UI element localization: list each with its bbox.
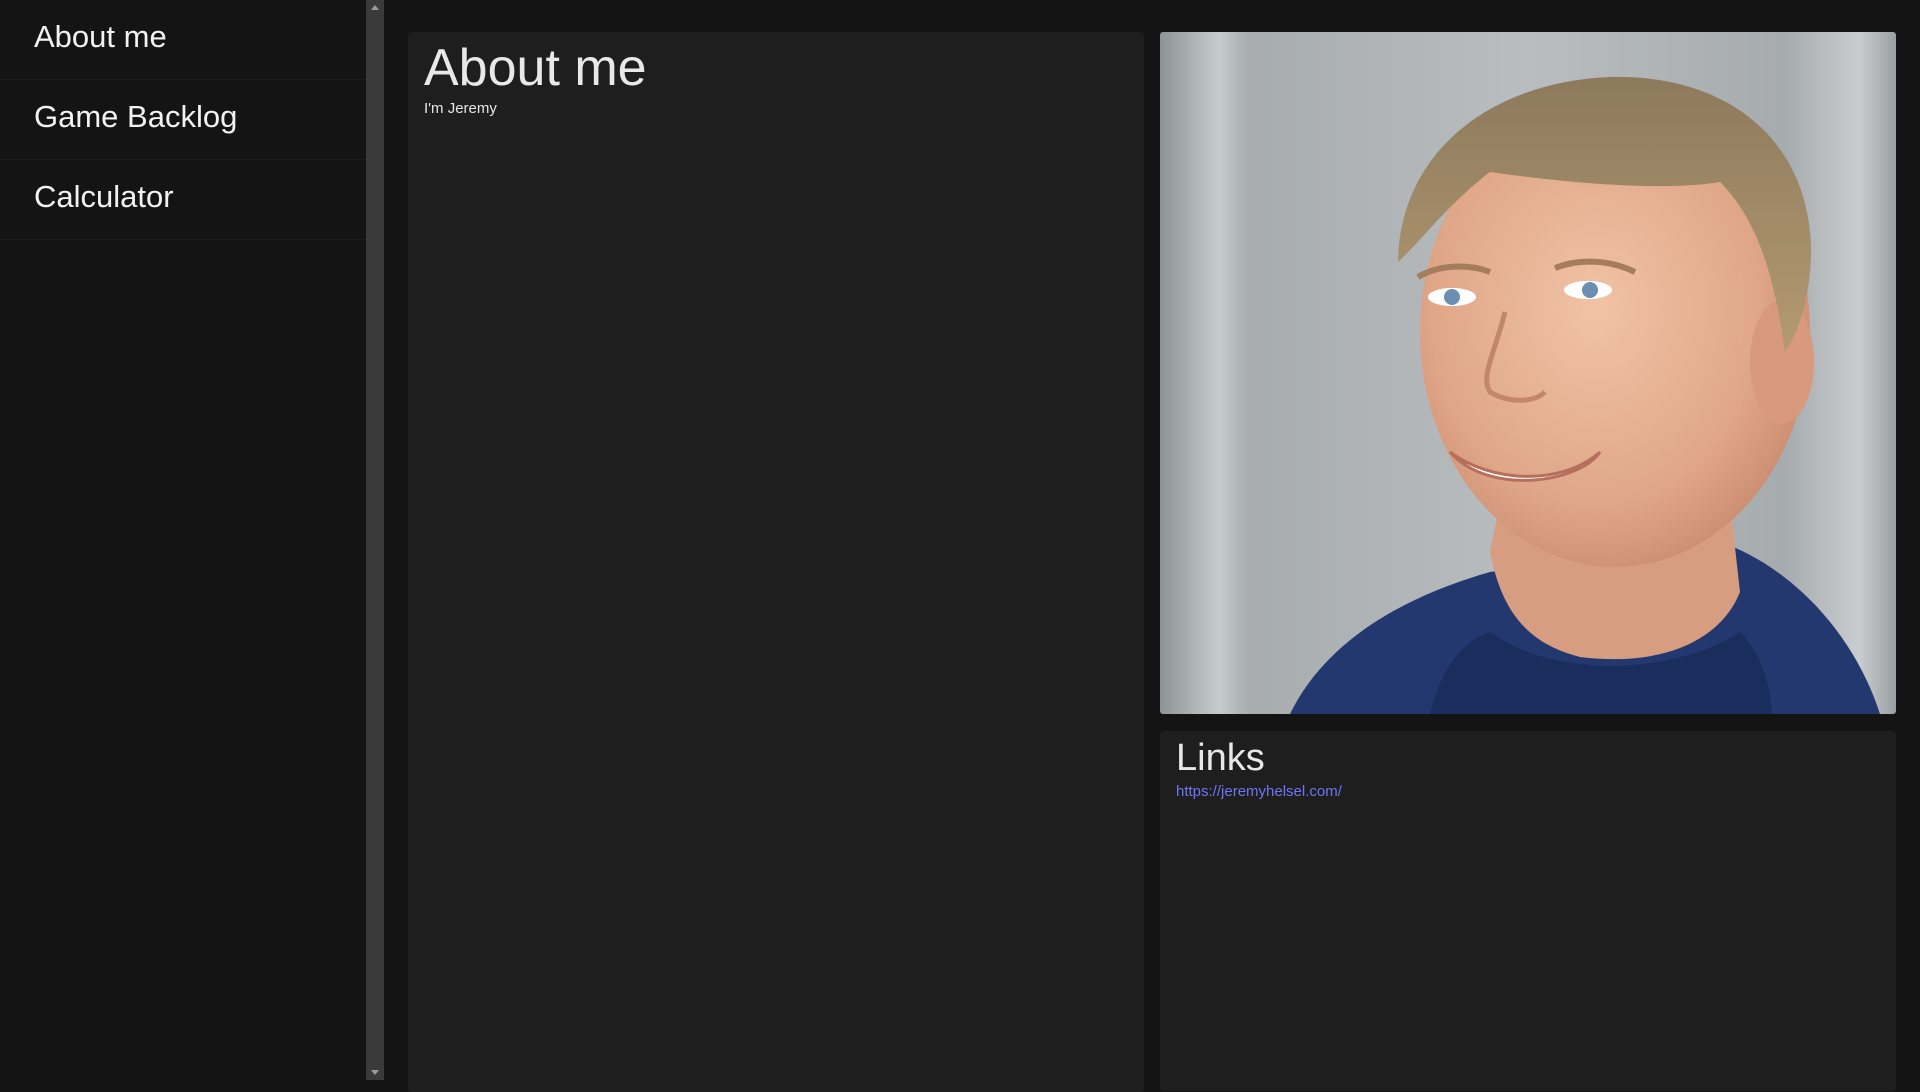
links-title: Links <box>1176 737 1265 779</box>
sidebar-item-about-me[interactable]: About me <box>0 0 366 80</box>
profile-photo-image <box>1160 32 1896 714</box>
link-jeremyhelsel[interactable]: https://jeremyhelsel.com/ <box>1176 783 1342 800</box>
scroll-down-arrow-icon[interactable] <box>371 1070 379 1075</box>
sidebar-nav: About me Game Backlog Calculator <box>0 0 366 1080</box>
sidebar-scrollbar[interactable] <box>366 0 384 1080</box>
about-subtitle: I'm Jeremy <box>424 100 497 117</box>
scroll-up-arrow-icon[interactable] <box>371 5 379 10</box>
links-panel: Links https://jeremyhelsel.com/ <box>1160 731 1896 1091</box>
sidebar-item-game-backlog[interactable]: Game Backlog <box>0 80 366 160</box>
about-panel: About me I'm Jeremy <box>408 32 1144 1092</box>
profile-photo <box>1160 32 1896 714</box>
about-title: About me <box>424 39 647 97</box>
sidebar-item-calculator[interactable]: Calculator <box>0 160 366 240</box>
